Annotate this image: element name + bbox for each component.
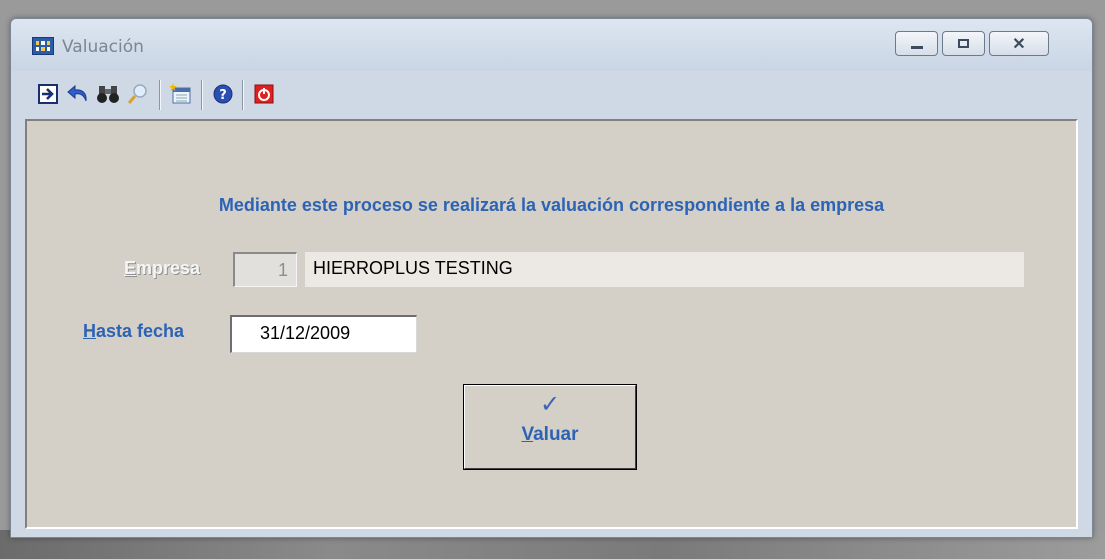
toolbar: ? — [26, 78, 1079, 114]
valuar-button[interactable]: ✓ Valuar — [463, 384, 637, 470]
minimize-icon — [911, 46, 923, 49]
window-title: Valuación — [62, 37, 144, 57]
empresa-label: Empresa — [124, 258, 201, 278]
magnifier-icon[interactable] — [126, 82, 150, 106]
title-bar[interactable]: Valuación ✕ — [11, 19, 1092, 71]
hasta-fecha-label: Hasta fecha — [83, 321, 185, 341]
undo-icon[interactable] — [66, 82, 90, 106]
form-panel: Mediante este proceso se realizará la va… — [25, 119, 1078, 529]
help-icon[interactable]: ? — [211, 82, 235, 106]
maximize-button[interactable] — [942, 31, 985, 56]
power-icon[interactable] — [252, 82, 276, 106]
empresa-code-field: 1 — [233, 252, 297, 287]
toolbar-separator — [159, 80, 161, 110]
empresa-name-field: HIERROPLUS TESTING — [305, 252, 1024, 287]
valuacion-window: Valuación ✕ ? Mediante este proceso se r… — [10, 18, 1093, 538]
new-document-icon[interactable] — [168, 82, 192, 106]
exit-icon[interactable] — [36, 82, 60, 106]
svg-text:?: ? — [219, 88, 227, 103]
app-grid-icon — [32, 37, 54, 55]
info-message: Mediante este proceso se realizará la va… — [218, 195, 885, 215]
toolbar-separator — [242, 80, 244, 110]
toolbar-separator — [201, 80, 203, 110]
binoculars-icon[interactable] — [96, 82, 120, 106]
close-icon: ✕ — [1012, 36, 1026, 53]
checkmark-icon: ✓ — [539, 391, 561, 418]
maximize-icon — [958, 39, 969, 48]
valuar-button-label: Valuar — [521, 424, 579, 445]
hasta-fecha-input[interactable]: 31/12/2009 — [230, 315, 417, 353]
close-button[interactable]: ✕ — [989, 31, 1049, 56]
minimize-button[interactable] — [895, 31, 938, 56]
